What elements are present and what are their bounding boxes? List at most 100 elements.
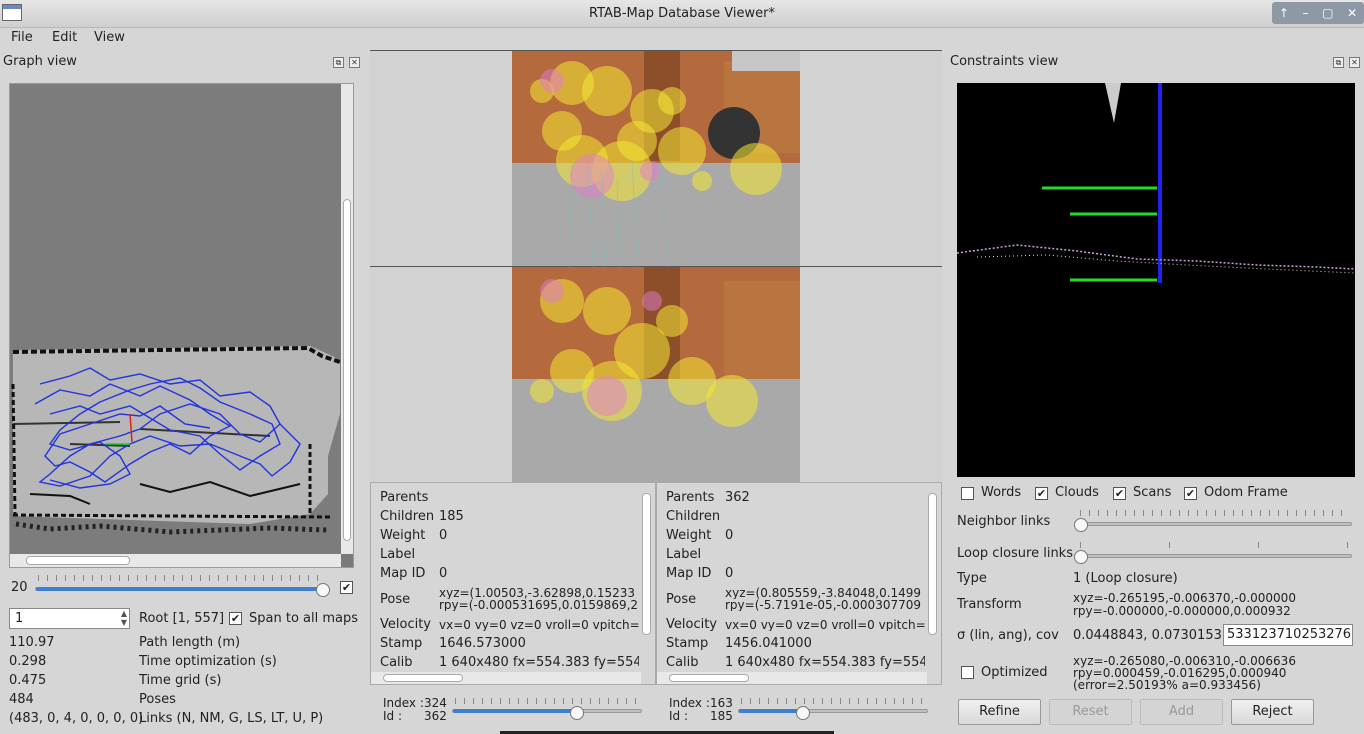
neighbor-links-handle[interactable] (1074, 518, 1088, 532)
cov-label: σ (lin, ang), cov (957, 628, 1059, 643)
stat-label: Time grid (s) (139, 673, 222, 688)
zoom-value: 20 (11, 580, 28, 595)
stat-value: 0.475 (9, 673, 47, 688)
row-value: 0 (725, 528, 734, 543)
span-checkbox[interactable]: ✔ (229, 612, 242, 625)
horizontal-scrollbar[interactable] (657, 672, 927, 684)
close-icon[interactable]: ✕ (349, 57, 360, 68)
minimize-icon[interactable]: – (1303, 6, 1309, 20)
index-slider-b-handle[interactable] (796, 706, 810, 720)
root-label: Root [1, 557] (139, 611, 225, 626)
scans-checkbox[interactable]: ✔ (1113, 487, 1126, 500)
id-value-b: 185 (710, 709, 733, 723)
transform-label: Transform (957, 597, 1022, 612)
row-value: vx=0 vy=0 vz=0 vroll=0 vpitch=0 (439, 619, 639, 631)
float-icon[interactable]: ⧉ (1333, 57, 1344, 68)
pose-rpy: rpy=(-5.7191e-05,-0.000307709 (725, 599, 921, 611)
stat-value: 110.97 (9, 635, 55, 650)
float-icon[interactable]: ⧉ (333, 57, 344, 68)
add-button[interactable]: Add (1140, 699, 1223, 725)
cov-input[interactable]: 533123710253276] (1223, 624, 1353, 646)
row-label: Map ID (666, 566, 712, 581)
occupancy-map (10, 84, 340, 554)
slider-ticks (741, 698, 927, 704)
root-spinbox-value: 1 (15, 611, 24, 626)
loop-closure-slider[interactable] (1076, 554, 1352, 558)
scrollbar-thumb[interactable] (669, 674, 749, 682)
close-icon[interactable]: ✕ (1347, 6, 1357, 20)
scrollbar-thumb[interactable] (383, 674, 463, 682)
row-label: Weight (666, 528, 712, 543)
menu-view[interactable]: View (94, 30, 125, 45)
stat-label: Poses (139, 692, 176, 707)
clouds-checkbox[interactable]: ✔ (1035, 487, 1048, 500)
spin-arrows-icon[interactable]: ▲ ▼ (121, 609, 127, 627)
words-checkbox[interactable] (961, 487, 974, 500)
constraints-3d-view[interactable] (956, 83, 1356, 477)
row-value: 185 (439, 509, 464, 524)
row-label: Map ID (380, 566, 426, 581)
neighbor-links-slider[interactable] (1076, 522, 1352, 526)
horizontal-scrollbar[interactable] (10, 554, 341, 567)
refine-button[interactable]: Refine (958, 699, 1041, 725)
row-label: Children (380, 509, 435, 524)
transform-xyz: xyz=-0.265195,-0.006370,-0.000000 (1073, 591, 1296, 605)
odom-frame-checkbox[interactable]: ✔ (1184, 487, 1197, 500)
pose-xyz: xyz=(1.00503,-3.62898,0.15233 (439, 587, 636, 599)
stat-label: Links (N, NM, G, LS, LT, U, P) (139, 711, 324, 726)
keep-above-icon[interactable]: ↑ (1279, 6, 1289, 20)
row-label: Parents (380, 490, 429, 505)
root-spinbox[interactable]: 1 ▲ ▼ (9, 608, 130, 629)
row-value: 1456.041000 (725, 636, 812, 651)
optimized-label: Optimized (981, 665, 1048, 680)
scrollbar-thumb[interactable] (928, 493, 937, 635)
row-value: 0 (725, 566, 734, 581)
row-label: Pose (380, 592, 411, 607)
point-cloud (956, 83, 1356, 283)
camera-images[interactable] (512, 51, 800, 483)
row-value: vx=0 vy=0 vz=0 vroll=0 vpitch=0 (725, 619, 925, 631)
slider-ticks (1080, 542, 1350, 548)
row-value: 0 (439, 566, 448, 581)
odom-frame-label: Odom Frame (1204, 485, 1288, 500)
scrollbar-thumb[interactable] (26, 556, 130, 565)
index-slider-a[interactable] (452, 709, 642, 713)
id-label-b: Id : (669, 709, 689, 723)
stat-value: 484 (9, 692, 34, 707)
row-value: 1646.573000 (439, 636, 526, 651)
zoom-slider[interactable] (35, 587, 327, 591)
index-slider-b[interactable] (738, 709, 928, 713)
row-label: Weight (380, 528, 426, 543)
index-slider-a-handle[interactable] (570, 706, 584, 720)
transform-rpy: rpy=-0.000000,-0.000000,0.000932 (1073, 604, 1291, 618)
image-views (370, 50, 942, 483)
graph-view-title: Graph view (3, 54, 77, 69)
scrollbar-thumb[interactable] (642, 493, 651, 635)
horizontal-scrollbar[interactable] (371, 672, 641, 684)
window-controls: ↑ – ▢ ✕ (1272, 2, 1364, 24)
menu-file[interactable]: File (11, 30, 33, 45)
slider-ticks (455, 698, 641, 704)
id-value-a: 362 (424, 709, 447, 723)
type-label: Type (957, 571, 987, 586)
optimized-checkbox[interactable] (961, 666, 974, 679)
loop-closure-handle[interactable] (1074, 550, 1088, 564)
close-icon[interactable]: ✕ (1349, 57, 1360, 68)
vertical-scrollbar[interactable] (341, 84, 353, 554)
zoom-slider-handle[interactable] (316, 583, 330, 597)
maximize-icon[interactable]: ▢ (1322, 6, 1333, 20)
index-label-b: Index : (669, 696, 710, 710)
words-label: Words (981, 485, 1022, 500)
stat-label: Path length (m) (139, 635, 241, 650)
reject-button[interactable]: Reject (1231, 699, 1314, 725)
menu-edit[interactable]: Edit (52, 30, 77, 45)
row-value: 1 640x480 fx=554.383 fy=554.3 (725, 655, 925, 670)
row-label: Label (666, 547, 702, 562)
reset-button[interactable]: Reset (1049, 699, 1132, 725)
window-title: RTAB-Map Database Viewer* (589, 6, 775, 21)
scrollbar-thumb[interactable] (343, 199, 351, 541)
zoom-checkbox[interactable]: ✔ (340, 581, 353, 594)
graph-view-canvas[interactable] (9, 83, 354, 568)
neighbor-links-label: Neighbor links (957, 514, 1051, 529)
title-bar: RTAB-Map Database Viewer* ↑ – ▢ ✕ (0, 0, 1364, 28)
